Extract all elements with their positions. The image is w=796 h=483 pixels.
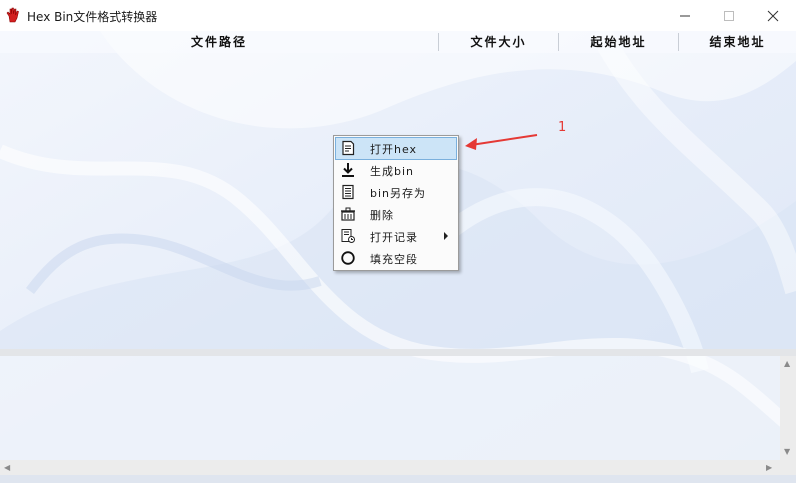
submenu-arrow-icon — [444, 232, 448, 240]
vertical-scrollbar[interactable]: ▲ ▼ — [780, 356, 796, 460]
scroll-left-icon[interactable]: ◀ — [4, 464, 10, 472]
column-header-start-address[interactable]: 起始地址 — [559, 31, 678, 53]
menu-item-fill-empty-segments[interactable]: 填充空段 — [336, 248, 456, 269]
save-as-icon — [342, 184, 354, 200]
menu-item-delete[interactable]: 删除 — [336, 204, 456, 225]
open-file-icon — [342, 140, 355, 156]
maximize-icon — [724, 10, 734, 21]
column-header-file-path[interactable]: 文件路径 — [0, 31, 438, 53]
close-icon — [767, 10, 779, 21]
menu-item-label: 填充空段 — [370, 253, 418, 266]
context-menu: 打开hex 生成bin bin另存为 删除 打开记录 填充空段 — [333, 135, 459, 271]
menu-item-open-history[interactable]: 打开记录 — [336, 226, 456, 247]
minimize-button[interactable] — [662, 0, 708, 31]
menu-item-open-hex[interactable]: 打开hex — [335, 137, 457, 160]
horizontal-scrollbar[interactable]: ◀ ▶ — [0, 460, 780, 475]
title-bar: Hex Bin文件格式转换器 — [0, 0, 796, 31]
menu-item-label: bin另存为 — [370, 187, 427, 200]
history-icon — [341, 229, 355, 243]
menu-item-label: 打开记录 — [370, 231, 418, 244]
download-icon — [342, 163, 354, 177]
menu-item-label: 删除 — [370, 209, 394, 222]
annotation-label: 1 — [558, 120, 567, 135]
table-header: 文件路径 文件大小 起始地址 结束地址 — [0, 31, 796, 53]
maximize-button[interactable] — [706, 0, 752, 31]
menu-item-label: 打开hex — [370, 143, 418, 156]
menu-item-save-bin-as[interactable]: bin另存为 — [336, 182, 456, 203]
client-area: 文件路径 文件大小 起始地址 结束地址 打开hex 生成bin bin另存为 删… — [0, 31, 796, 483]
window-title: Hex Bin文件格式转换器 — [27, 10, 158, 24]
minimize-icon — [680, 15, 690, 16]
panel-splitter[interactable] — [0, 349, 796, 356]
close-button[interactable] — [750, 0, 796, 31]
scroll-up-icon[interactable]: ▲ — [784, 360, 790, 368]
scroll-right-icon[interactable]: ▶ — [766, 464, 772, 472]
scroll-down-icon[interactable]: ▼ — [784, 448, 790, 456]
window-bottom-edge — [0, 475, 796, 483]
circle-icon — [341, 251, 355, 265]
menu-item-label: 生成bin — [370, 165, 415, 178]
scrollbar-corner — [780, 460, 796, 475]
red-hand-icon — [6, 7, 19, 23]
menu-item-generate-bin[interactable]: 生成bin — [336, 160, 456, 181]
column-header-file-size[interactable]: 文件大小 — [439, 31, 558, 53]
column-header-end-address[interactable]: 结束地址 — [679, 31, 796, 53]
annotation-arrow-icon — [465, 134, 538, 150]
delete-icon — [341, 207, 355, 221]
